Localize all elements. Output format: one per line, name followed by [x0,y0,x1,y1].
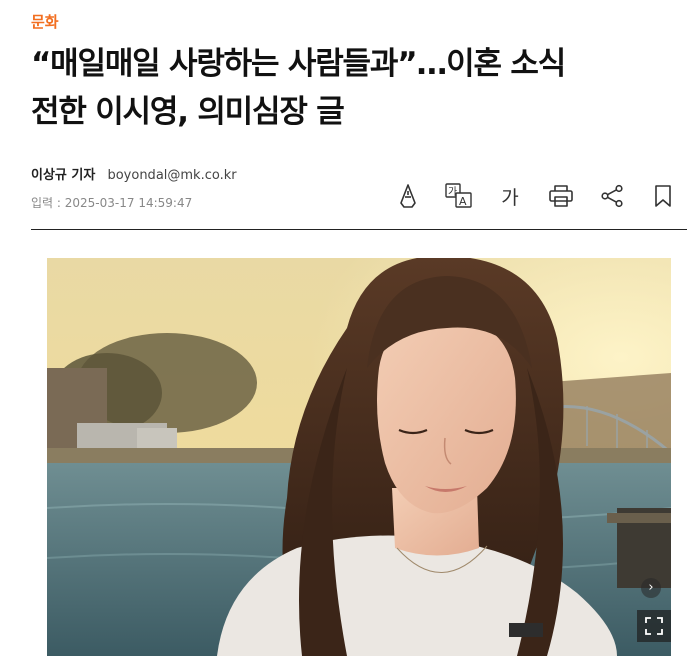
share-button[interactable] [592,178,632,214]
next-photo-button[interactable]: › [641,578,661,598]
article-toolbar: 가 A 가 [388,178,683,214]
print-button[interactable] [541,178,581,214]
category-label[interactable]: 문화 [31,11,59,32]
highlighter-icon [400,184,416,208]
chevron-right-icon: › [648,580,654,595]
translate-button[interactable]: 가 A [439,178,479,214]
print-icon [549,185,573,207]
date-separator: : [53,196,65,210]
photo-scene [47,258,671,656]
header-divider [31,229,687,230]
byline: 이상규 기자 boyondal@mk.co.kr [31,164,237,183]
article-photo[interactable]: › [47,258,671,656]
translate-glyph-bottom: A [459,195,467,208]
expand-photo-button[interactable] [637,610,671,642]
article-headline: “매일매일 사랑하는 사람들과”…이혼 소식 전한 이시영, 의미심장 글 [31,40,671,136]
reporter-name[interactable]: 이상규 기자 [31,168,95,183]
expand-icon [645,617,663,635]
headline-line-1: “매일매일 사랑하는 사람들과”…이혼 소식 [31,46,566,82]
translate-icon: 가 A [445,183,472,208]
headline-line-2: 전한 이시영, 의미심장 글 [31,94,345,130]
reporter-email[interactable]: boyondal@mk.co.kr [107,168,236,183]
date-label: 입력 [31,196,54,210]
share-icon [601,184,623,208]
publish-date: 입력 : 2025-03-17 14:59:47 [31,194,192,211]
bookmark-icon [655,185,671,207]
translate-glyph-top: 가 [448,186,457,198]
font-size-icon: 가 [501,186,519,209]
date-value: 2025-03-17 14:59:47 [64,196,193,210]
font-size-button[interactable]: 가 [490,178,530,214]
highlighter-button[interactable] [388,178,428,214]
bookmark-button[interactable] [643,178,683,214]
